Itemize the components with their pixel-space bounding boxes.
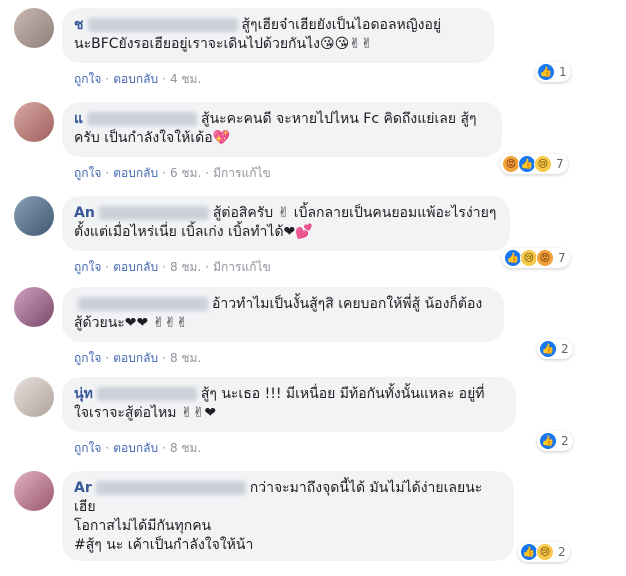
avatar[interactable]	[14, 102, 54, 142]
comment-text: ตั้งแต่เมื่อไหร่เนี่ย เบิ้ลเก่ง เบิ้ลทำไ…	[74, 224, 313, 240]
like-link[interactable]: ถูกใจ	[74, 72, 101, 86]
timestamp[interactable]: 8 ชม.	[170, 351, 201, 365]
avatar[interactable]	[14, 287, 54, 327]
comment-text: อ้าวทำไมเป็นงั้นสู้ๆสิ เคยบอกให้พี่สู้ น…	[212, 296, 483, 312]
reaction-summary[interactable]: 👍 😢 😡 7	[502, 248, 570, 268]
comment-actions: ถูกใจ · ตอบกลับ · 6 ชม. · มีการแก้ไข	[74, 166, 271, 180]
comment-text: นะBFCยังรอเฮียอยู่เราจะเดินไปด้วยกันไง😘😘…	[74, 36, 373, 52]
comment-text: โอกาสไม่ได้มีกันทุกคน	[74, 518, 212, 534]
commenter-name[interactable]: An	[74, 205, 95, 221]
comment-text: สู้ๆเฮียจ๋าเฮียยังเป็นไอดอลหญิงอยู่	[241, 17, 442, 33]
reaction-count: 7	[556, 157, 564, 171]
comment-text: สู้นะคะคนดี จะหายไปไหน Fc คิดถึงแย่เลย ส…	[201, 111, 477, 127]
reaction-count: 2	[561, 342, 569, 356]
comment-bubble: อ้าวทำไมเป็นงั้นสู้ๆสิ เคยบอกให้พี่สู้ น…	[62, 287, 504, 342]
comment-actions: ถูกใจ · ตอบกลับ · 8 ชม.	[74, 441, 202, 455]
like-link[interactable]: ถูกใจ	[74, 351, 101, 365]
reaction-summary[interactable]: 👍 2	[537, 431, 573, 451]
reaction-summary[interactable]: 👍 1	[535, 62, 571, 82]
commenter-name[interactable]: Ar	[74, 480, 92, 496]
like-reaction-icon: 👍	[539, 432, 557, 450]
reaction-summary[interactable]: 👍 2	[537, 339, 573, 359]
reply-link[interactable]: ตอบกลับ	[113, 166, 158, 180]
reply-link[interactable]: ตอบกลับ	[113, 441, 158, 455]
comment-text: สู้ต่อสิครับ ✌ เบิ้ลกลายเป็นคนยอมแพ้อะไร…	[212, 205, 497, 221]
avatar[interactable]	[14, 196, 54, 236]
sad-reaction-icon: 😢	[536, 543, 554, 561]
comment-text: #สู้ๆ นะ เค้าเป็นกำลังใจให้น้า	[74, 537, 254, 553]
reply-link[interactable]: ตอบกลับ	[113, 351, 158, 365]
sad-reaction-icon: 😢	[534, 155, 552, 173]
timestamp[interactable]: 6 ชม.	[170, 166, 201, 180]
edited-label[interactable]: มีการแก้ไข	[213, 166, 271, 180]
reply-link[interactable]: ตอบกลับ	[113, 260, 158, 274]
reply-link[interactable]: ตอบกลับ	[113, 72, 158, 86]
comment-text: ครับ เป็นกำลังใจให้เด้อ💖	[74, 130, 231, 146]
like-link[interactable]: ถูกใจ	[74, 441, 101, 455]
avatar[interactable]	[14, 8, 54, 48]
reaction-count: 1	[559, 65, 567, 79]
timestamp[interactable]: 8 ชม.	[170, 260, 201, 274]
comment-text: สู้ด้วยนะ❤❤ ✌✌✌	[74, 315, 188, 331]
commenter-name[interactable]: นุ่ท	[74, 386, 93, 402]
commenter-name[interactable]: ช	[74, 17, 84, 33]
comment-actions: ถูกใจ · ตอบกลับ · 8 ชม.	[74, 351, 202, 365]
edited-label[interactable]: มีการแก้ไข	[213, 260, 271, 274]
comment-actions: ถูกใจ · ตอบกลับ · 4 ชม.	[74, 72, 202, 86]
like-link[interactable]: ถูกใจ	[74, 260, 101, 274]
comment-bubble: แ สู้นะคะคนดี จะหายไปไหน Fc คิดถึงแย่เลย …	[62, 102, 502, 157]
reaction-count: 2	[558, 545, 566, 559]
like-reaction-icon: 👍	[539, 340, 557, 358]
timestamp[interactable]: 4 ชม.	[170, 72, 201, 86]
comment-bubble: Ar กว่าจะมาถึงจุดนี้ได้ มันไม่ได้ง่ายเลยน…	[62, 471, 514, 561]
avatar[interactable]	[14, 377, 54, 417]
comment-text: สู้ๆ นะเธอ !!! มีเหนื่อย มีท้อกันทั้งนั้…	[200, 386, 485, 402]
comment-bubble: An สู้ต่อสิครับ ✌ เบิ้ลกลายเป็นคนยอมแพ้อะ…	[62, 196, 510, 251]
like-link[interactable]: ถูกใจ	[74, 166, 101, 180]
avatar[interactable]	[14, 471, 54, 511]
comment-actions: ถูกใจ · ตอบกลับ · 8 ชม. · มีการแก้ไข	[74, 260, 271, 274]
reaction-summary[interactable]: 👍 😢 2	[518, 542, 570, 562]
timestamp[interactable]: 8 ชม.	[170, 441, 201, 455]
reaction-count: 2	[561, 434, 569, 448]
comment-text: ใจเราจะสู้ต่อไหม ✌✌❤	[74, 405, 217, 421]
like-reaction-icon: 👍	[537, 63, 555, 81]
reaction-count: 7	[558, 251, 566, 265]
reaction-summary[interactable]: 😡 👍 😢 7	[500, 154, 568, 174]
comment-bubble: ช สู้ๆเฮียจ๋าเฮียยังเป็นไอดอลหญิงอยู่ นะB…	[62, 8, 494, 63]
commenter-name[interactable]: แ	[74, 111, 83, 127]
angry-reaction-icon: 😡	[536, 249, 554, 267]
comment-bubble: นุ่ท สู้ๆ นะเธอ !!! มีเหนื่อย มีท้อกันทั้…	[62, 377, 516, 432]
